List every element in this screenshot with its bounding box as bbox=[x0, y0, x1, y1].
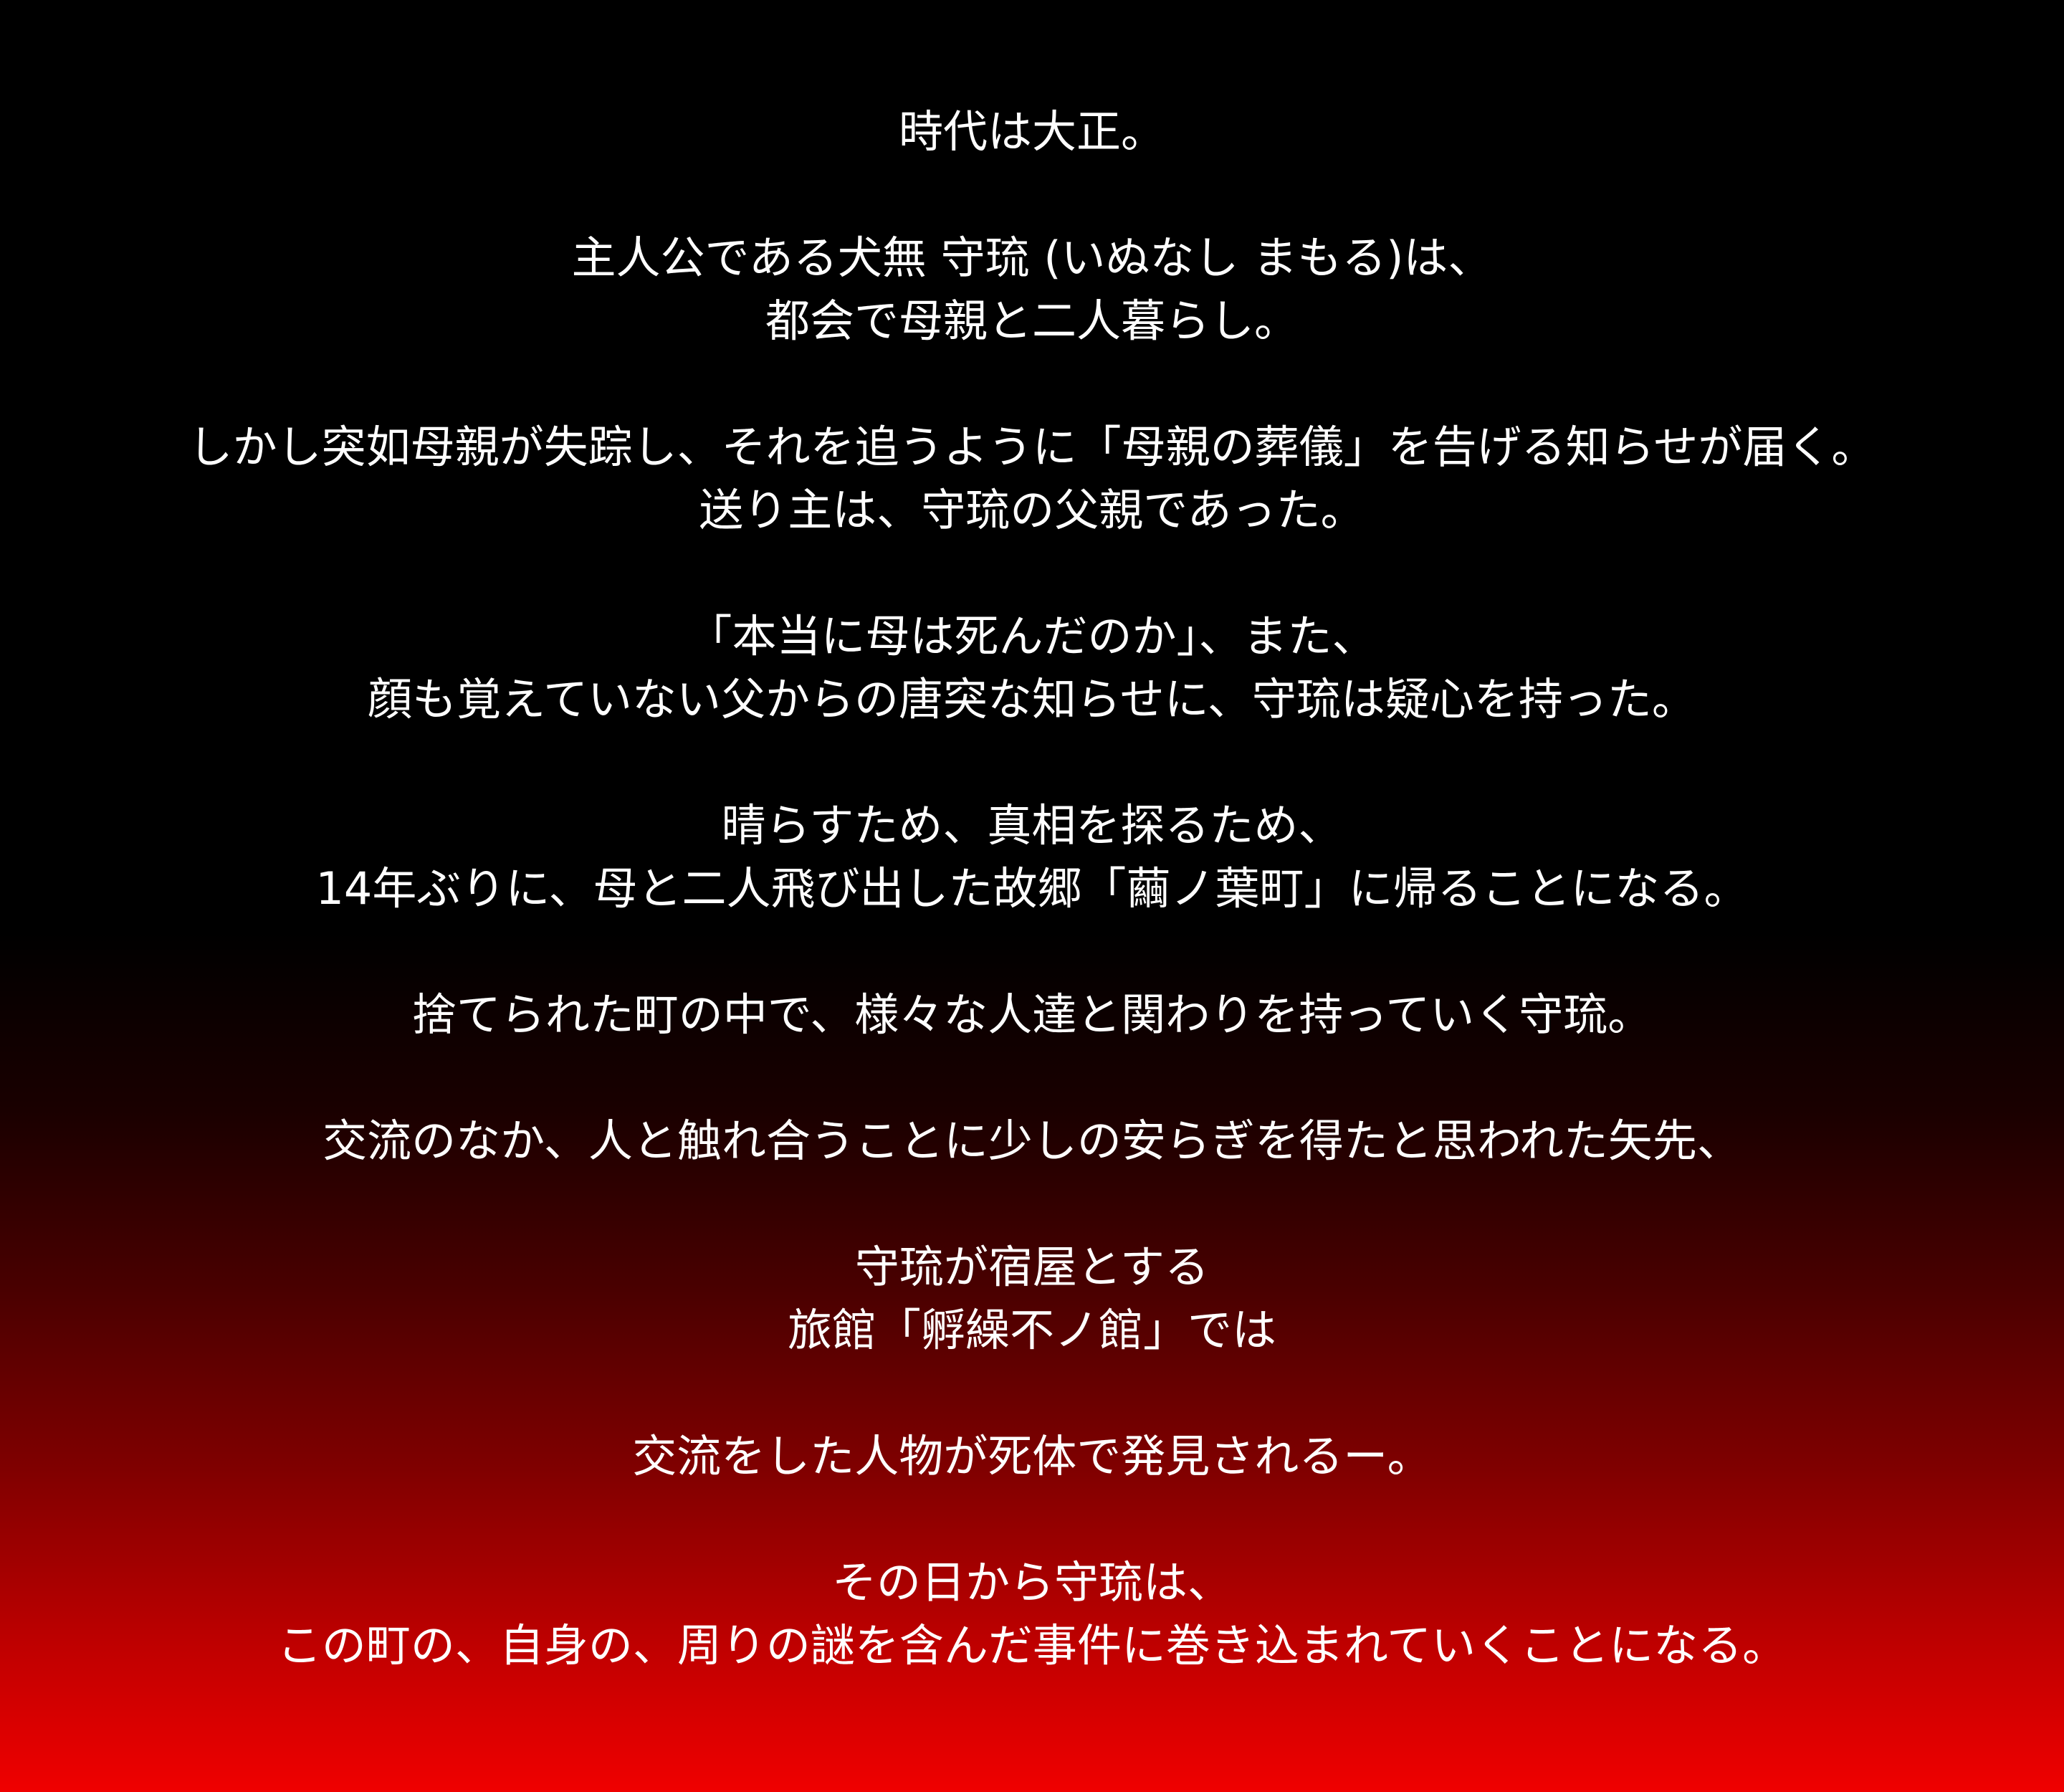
story-line: 旅館「孵繰不ノ館」では bbox=[787, 1304, 1276, 1356]
story-line: 顔も覚えていない父からの唐突な知らせに、守琉は疑心を持った。 bbox=[368, 673, 1696, 725]
paragraph-protagonist: 主人公である犬無 守琉 (いぬなし まもる)は、 都会で母親と二人暮らし。 bbox=[0, 227, 2064, 353]
paragraph-body-found: 交流をした人物が死体で発見されるー。 bbox=[0, 1425, 2064, 1488]
story-line: しかし突如母親が失踪し、それを追うように「母親の葬儀」を告げる知らせが届く。 bbox=[188, 421, 1876, 473]
paragraph-town: 捨てられた町の中で、様々な人達と関わりを持っていく守琉。 bbox=[0, 983, 2064, 1047]
story-line: この町の、自身の、周りの謎を含んだ事件に巻き込まれていくことになる。 bbox=[277, 1619, 1787, 1672]
story-line: 送り主は、守琉の父親であった。 bbox=[699, 484, 1365, 536]
paragraph-disappearance: しかし突如母親が失踪し、それを追うように「母親の葬儀」を告げる知らせが届く。 送… bbox=[0, 416, 2064, 542]
paragraph-inn: 守琉が宿屋とする 旅館「孵繰不ノ館」では bbox=[0, 1236, 2064, 1362]
story-line: 時代は大正。 bbox=[898, 105, 1165, 158]
story-line: 晴らすため、真相を探るため、 bbox=[721, 799, 1343, 852]
paragraph-era: 時代は大正。 bbox=[0, 100, 2064, 163]
paragraph-doubt: 「本当に母は死んだのか」、また、 顔も覚えていない父からの唐突な知らせに、守琉は… bbox=[0, 605, 2064, 731]
story-text: 時代は大正。 主人公である犬無 守琉 (いぬなし まもる)は、 都会で母親と二人… bbox=[0, 0, 2064, 1792]
story-line: 交流のなか、人と触れ合うことに少しの安らぎを得たと思われた矢先、 bbox=[322, 1115, 1742, 1167]
story-line: 守琉が宿屋とする bbox=[854, 1241, 1210, 1293]
story-line: 14年ぶりに、母と二人飛び出した故郷「繭ノ葉町」に帰ることになる。 bbox=[315, 862, 1749, 915]
story-line: 捨てられた町の中で、様々な人達と関わりを持っていく守琉。 bbox=[411, 988, 1653, 1041]
story-line: 都会で母親と二人暮らし。 bbox=[765, 295, 1299, 347]
paragraph-incident: その日から守琉は、 この町の、自身の、周りの謎を含んだ事件に巻き込まれていくこと… bbox=[0, 1551, 2064, 1677]
story-line: その日から守琉は、 bbox=[831, 1556, 1232, 1608]
story-line: 主人公である犬無 守琉 (いぬなし まもる)は、 bbox=[571, 232, 1493, 284]
story-line: 交流をした人物が死体で発見されるー。 bbox=[632, 1430, 1432, 1482]
story-line: 「本当に母は死んだのか」、また、 bbox=[687, 610, 1377, 662]
paragraph-return: 晴らすため、真相を探るため、 14年ぶりに、母と二人飛び出した故郷「繭ノ葉町」に… bbox=[0, 794, 2064, 920]
paragraph-exchange: 交流のなか、人と触れ合うことに少しの安らぎを得たと思われた矢先、 bbox=[0, 1110, 2064, 1173]
